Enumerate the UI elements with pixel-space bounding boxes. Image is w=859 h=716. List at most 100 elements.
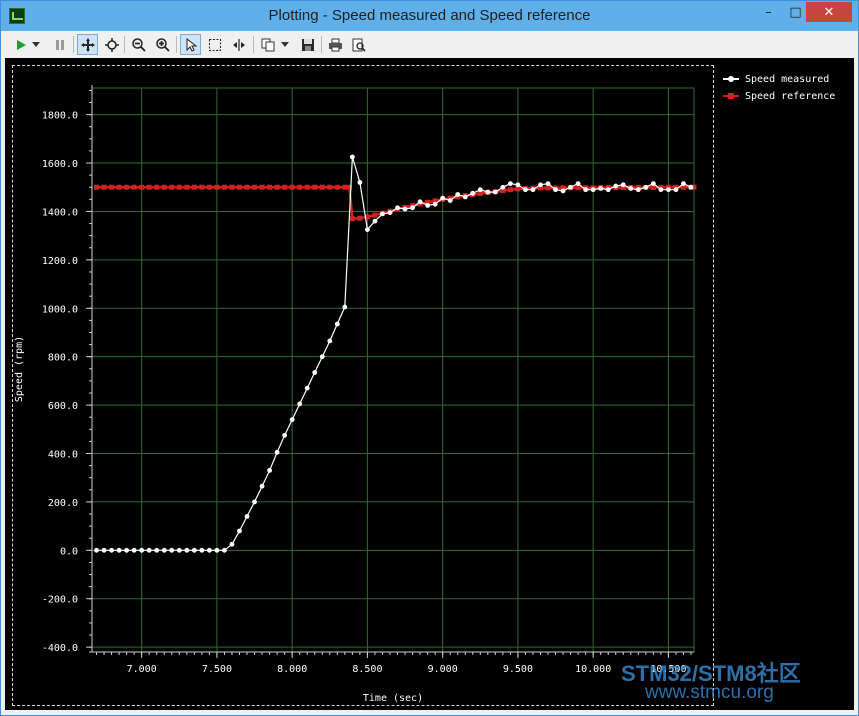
y-axis-label: Speed (rpm) [14,336,25,402]
point-speed-reference [304,184,310,190]
chart-grid [91,87,695,653]
point-speed-measured [575,181,581,187]
point-speed-measured [139,547,145,553]
point-speed-measured [643,184,649,190]
point-speed-reference [236,184,242,190]
point-speed-reference [334,184,340,190]
legend-swatch-speed-measured [723,74,739,84]
watermark-line2: www.stmcu.org [645,682,774,703]
point-speed-reference [124,184,130,190]
x-axis-label: Time (sec) [363,693,423,704]
point-speed-measured [109,547,114,553]
point-speed-measured [191,547,197,553]
point-speed-measured [94,547,99,553]
x-tick-label: 9.000 [428,664,458,675]
point-speed-measured [304,385,310,391]
x-tick-label: 9.500 [503,664,533,675]
point-speed-measured [598,186,604,191]
point-speed-measured [545,181,551,187]
point-speed-reference [154,184,160,190]
point-speed-measured [237,528,242,534]
point-speed-reference [282,184,288,190]
point-speed-measured [523,187,528,193]
point-speed-measured [538,182,543,188]
point-speed-measured [146,547,152,553]
point-speed-measured [380,211,385,217]
point-speed-reference [289,184,295,190]
point-speed-measured [402,206,408,212]
y-tick-label: -400.0 [42,643,78,654]
point-speed-reference [221,184,227,190]
point-speed-reference [214,184,220,190]
point-speed-reference [252,184,258,190]
point-speed-measured [259,483,265,489]
legend-swatch-speed-reference [723,91,739,101]
point-speed-reference [327,184,333,190]
point-speed-measured [154,547,160,553]
point-speed-reference [229,184,235,190]
point-speed-reference [199,184,205,190]
point-speed-measured [515,182,521,188]
point-speed-measured [470,190,476,196]
point-speed-reference [312,184,318,190]
point-speed-reference [319,184,325,190]
point-speed-measured [395,205,400,211]
point-speed-reference [297,184,303,190]
point-speed-measured [169,547,175,553]
y-tick-label: -200.0 [42,595,78,606]
point-speed-measured [357,180,363,185]
point-speed-measured [673,187,679,193]
point-speed-reference [244,184,250,190]
point-speed-measured [583,187,589,193]
point-speed-measured [666,187,671,193]
point-speed-measured [455,192,461,197]
y-tick-label: 1800.0 [42,111,78,122]
point-speed-measured [349,154,355,160]
watermark: STM32/STM8社区 www.stmcu.org [621,656,853,706]
point-speed-measured [101,547,107,553]
point-speed-measured [417,199,423,205]
point-speed-measured [500,184,506,190]
x-tick-label: 8.500 [352,664,382,675]
point-speed-reference [101,184,107,190]
point-speed-measured [568,184,573,190]
point-speed-reference [507,187,513,193]
point-speed-measured [222,547,227,553]
point-speed-reference [139,184,145,190]
y-tick-label: 600.0 [48,401,78,412]
point-speed-measured [244,514,250,519]
point-speed-measured [274,449,280,455]
point-speed-measured [553,187,558,193]
point-speed-measured [635,187,641,193]
legend-item-speed-measured: Speed measured [723,72,829,86]
point-speed-measured [252,499,257,505]
point-speed-reference [342,184,348,190]
chart-legend: Speed measured Speed reference [723,71,851,115]
y-tick-label: 1000.0 [42,304,78,315]
point-speed-measured [334,321,340,327]
point-speed-measured [319,354,325,360]
point-speed-reference [176,184,182,190]
point-speed-measured [206,547,212,553]
x-tick-label: 10.000 [575,664,611,675]
chart-series [94,154,697,553]
point-speed-reference [206,184,212,190]
point-speed-reference [161,184,167,190]
y-tick-label: 800.0 [48,353,78,364]
point-speed-measured [440,195,446,201]
point-speed-measured [267,468,272,473]
point-speed-reference [372,212,378,218]
point-speed-measured [485,189,491,195]
point-speed-reference [94,184,100,190]
point-speed-reference [545,185,551,191]
series-line-speed-measured [96,156,692,551]
point-speed-reference [146,184,152,190]
legend-label-speed-measured: Speed measured [745,73,830,85]
point-speed-measured [289,417,295,423]
point-speed-reference [357,215,363,221]
point-speed-reference [116,184,122,190]
point-speed-reference [267,184,273,190]
y-tick-label: 200.0 [48,498,78,509]
point-speed-reference [349,216,355,222]
point-speed-measured [590,187,596,193]
